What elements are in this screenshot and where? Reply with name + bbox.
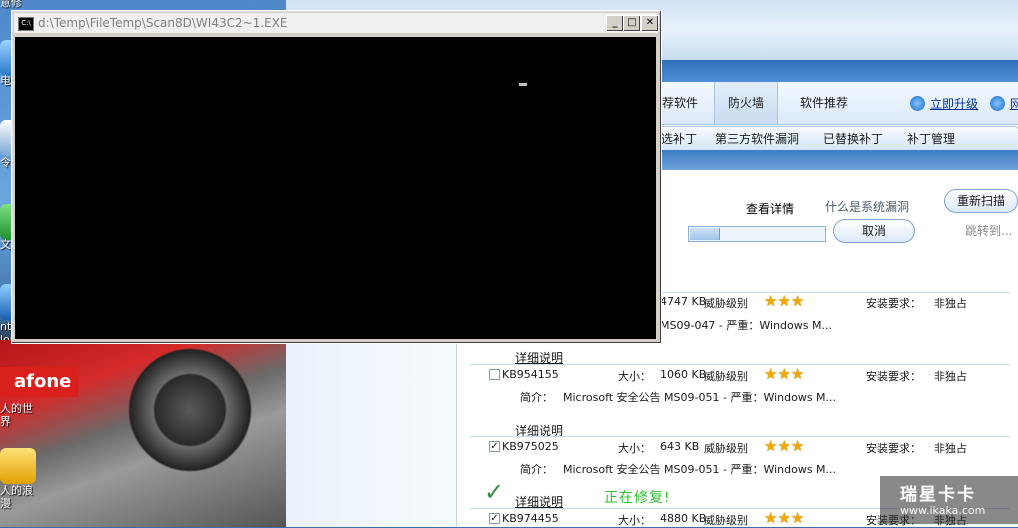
console-output[interactable] bbox=[15, 37, 656, 339]
subtab-third-party-vulns[interactable]: 第三方软件漏洞 bbox=[715, 127, 799, 151]
patch-summary: Microsoft 安全公告 MS09-051 - 严重：Windows M..… bbox=[563, 463, 837, 476]
web-link-label: 网 bbox=[1010, 97, 1018, 111]
watermark-title: 瑞星卡卡 bbox=[900, 485, 976, 505]
patch-size: 4880 KB bbox=[660, 512, 707, 525]
jump-to-link[interactable]: 跳转到... bbox=[965, 222, 1012, 239]
patch-summary-label: 简介： bbox=[520, 391, 553, 404]
desktop-icon-label: 人的浪 漫 bbox=[0, 484, 33, 510]
subtab-replaced-patches[interactable]: 已替换补丁 bbox=[823, 127, 883, 151]
threat-level-label: 威胁级别 bbox=[704, 370, 748, 383]
install-req-label: 安装要求： bbox=[866, 297, 921, 310]
cancel-button[interactable]: 取消 bbox=[833, 219, 915, 243]
install-req-value: 非独占 bbox=[934, 370, 967, 383]
desktop-icon-label: 令 bbox=[0, 156, 11, 169]
desktop-app-icon[interactable] bbox=[0, 448, 36, 484]
patch-summary-label: 简介： bbox=[520, 463, 553, 476]
vodafone-logo: afone bbox=[0, 367, 78, 397]
web-link[interactable]: 网 bbox=[990, 95, 1018, 113]
patch-size: 1060 KB bbox=[660, 368, 707, 381]
install-req-value: 非独占 bbox=[934, 297, 967, 310]
desktop-icon-label: 意修 bbox=[0, 0, 22, 9]
patch-summary: Microsoft 安全公告 MS09-051 - 严重：Windows M..… bbox=[563, 391, 837, 404]
console-title-bar[interactable]: C:\ d:\Temp\FileTemp\Scan8D\WI43C2~1.EXE… bbox=[14, 13, 659, 34]
patch-kb: KB974455 bbox=[502, 512, 559, 525]
patch-summary: MS09-047 - 严重：Windows M... bbox=[660, 319, 832, 332]
threat-stars-icon: ★★★ bbox=[764, 509, 805, 527]
upgrade-link[interactable]: 立即升级 bbox=[910, 95, 978, 113]
rescan-button[interactable]: 重新扫描 bbox=[944, 189, 1018, 213]
list-divider bbox=[470, 364, 1010, 365]
minimize-button[interactable]: _ bbox=[606, 15, 624, 32]
patch-checkbox[interactable]: ✓ bbox=[489, 441, 500, 452]
close-button[interactable]: ✕ bbox=[641, 15, 659, 32]
sub-tab-bar: 选补丁 第三方软件漏洞 已替换补丁 补丁管理 bbox=[640, 126, 1018, 152]
install-req-label: 安装要求： bbox=[866, 370, 921, 383]
patch-kb: KB975025 bbox=[502, 440, 559, 453]
patch-size: 4747 KB bbox=[660, 295, 707, 308]
console-window: C:\ d:\Temp\FileTemp\Scan8D\WI43C2~1.EXE… bbox=[11, 10, 662, 344]
threat-stars-icon: ★★★ bbox=[764, 292, 805, 310]
upgrade-icon bbox=[910, 96, 925, 111]
install-req-label: 安装要求： bbox=[866, 442, 921, 455]
view-details-link[interactable]: 查看详情 bbox=[746, 200, 794, 217]
patch-size-label: 大小： bbox=[618, 370, 651, 383]
subtab-selected-patches[interactable]: 选补丁 bbox=[661, 127, 697, 151]
scan-progress-fill bbox=[690, 228, 720, 240]
patch-size: 643 KB bbox=[660, 440, 700, 453]
threat-level-label: 威胁级别 bbox=[704, 514, 748, 527]
globe-icon bbox=[990, 96, 1005, 111]
what-is-vuln-link[interactable]: 什么是系统漏洞 bbox=[825, 198, 909, 215]
console-icon: C:\ bbox=[18, 17, 34, 31]
watermark-url: www.ikaka.com bbox=[900, 504, 986, 517]
console-title: d:\Temp\FileTemp\Scan8D\WI43C2~1.EXE bbox=[38, 16, 288, 30]
tab-software-recommend[interactable]: 软件推荐 bbox=[790, 82, 858, 124]
threat-stars-icon: ★★★ bbox=[764, 437, 805, 455]
patch-size-label: 大小： bbox=[618, 514, 651, 527]
maximize-button[interactable]: □ bbox=[623, 15, 641, 32]
threat-stars-icon: ★★★ bbox=[764, 365, 805, 383]
scan-progress-bar bbox=[688, 226, 826, 242]
tab-software[interactable]: 荐软件 bbox=[658, 82, 702, 124]
desktop-icon-label: 文 bbox=[0, 238, 11, 251]
fixing-status: 正在修复! bbox=[604, 490, 671, 506]
tab-firewall[interactable]: 防火墙 bbox=[714, 82, 778, 124]
patch-kb: KB954155 bbox=[502, 368, 559, 381]
patch-size-label: 大小： bbox=[618, 442, 651, 455]
threat-level-label: 威胁级别 bbox=[704, 442, 748, 455]
upgrade-link-label: 立即升级 bbox=[930, 97, 979, 111]
threat-level-label: 威胁级别 bbox=[704, 297, 748, 310]
subtab-patch-management[interactable]: 补丁管理 bbox=[907, 127, 955, 151]
desktop-icon-label: 人的世 界 bbox=[0, 402, 33, 428]
patch-checkbox[interactable] bbox=[489, 369, 500, 380]
fixed-check-icon: ✓ bbox=[484, 478, 505, 506]
desktop-icon-label: 电 bbox=[0, 74, 11, 87]
console-cursor bbox=[519, 83, 527, 86]
watermark: 瑞星卡卡 www.ikaka.com bbox=[880, 476, 1018, 524]
install-req-value: 非独占 bbox=[934, 442, 967, 455]
patch-checkbox[interactable]: ✓ bbox=[489, 513, 500, 524]
list-divider bbox=[470, 436, 1010, 437]
